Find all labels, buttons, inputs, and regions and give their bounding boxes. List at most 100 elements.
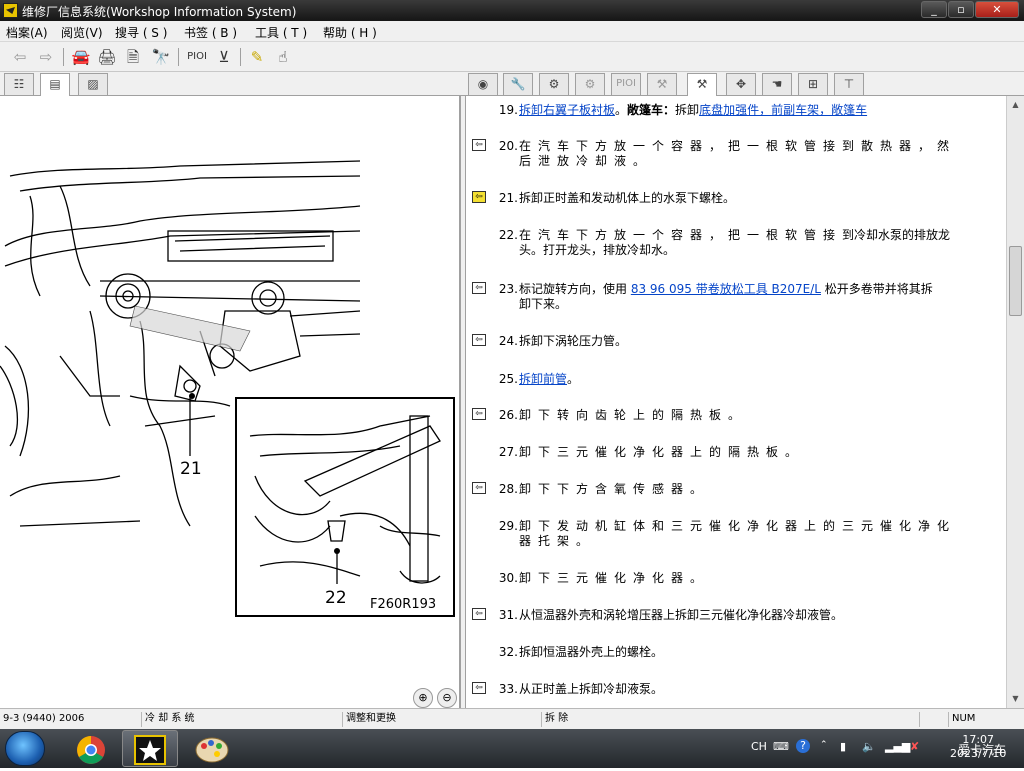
status-procedure: 调整和更换	[342, 712, 540, 727]
step-line: 在汽车下方放一个容器，把一根软管接到散热器，然	[519, 139, 957, 153]
step-text: 卸下下方含氧传感器。	[519, 482, 710, 496]
status-system: 冷 却 系 统	[141, 712, 341, 727]
maximize-button[interactable]: ▫	[948, 1, 974, 18]
tab-gear[interactable]: ⚙	[539, 73, 569, 95]
piol-button[interactable]: PIOI	[183, 46, 211, 68]
step-text-part: 拆卸	[675, 103, 700, 117]
step-number: 27.	[498, 445, 518, 459]
warning-icon[interactable]: ⇦	[472, 334, 486, 346]
scroll-thumb[interactable]	[1009, 246, 1022, 316]
step-link[interactable]: 拆卸右翼子板衬板	[519, 103, 615, 117]
tab-text[interactable]: ▤	[40, 73, 70, 96]
step-text: 标记旋转方向，使用 83 96 095 带卷放松工具 B207E/L 松开多卷带…	[519, 282, 974, 312]
callout-21: 21	[180, 459, 202, 479]
car-icon[interactable]: 🚘	[70, 46, 92, 68]
toolbar: ⇦ ⇨ 🚘 🖨 🗎 🔭 PIOI ⊻ ✎ ☝	[0, 42, 1024, 72]
step-text: 卸下三元催化净化器。	[519, 571, 710, 585]
menu-file[interactable]: 档案(A)	[6, 24, 48, 41]
illustration-pane: 21 22 F260R193 ⊕ ⊖	[0, 96, 460, 708]
step-text: 在汽车下方放一个容器，把一根软管接到冷却水泵的排放龙 头。打开龙头，排放冷却水。	[519, 228, 974, 258]
power-alert-icon[interactable]: ✘	[910, 740, 919, 753]
chrome-taskbar-button[interactable]	[62, 730, 118, 767]
step-number: 22.	[498, 228, 518, 242]
help-icon[interactable]: ?	[796, 739, 810, 753]
step-text-part: 。	[615, 103, 628, 117]
step-line: 器托架。	[519, 534, 596, 548]
start-button[interactable]	[5, 731, 45, 766]
highlighter-icon[interactable]: ✎	[246, 46, 268, 68]
toolbar-separator	[240, 48, 241, 66]
paint-taskbar-button[interactable]	[183, 730, 239, 767]
device-icon[interactable]: ▮	[840, 740, 846, 753]
tab-move[interactable]: ✥	[726, 73, 756, 95]
warning-icon[interactable]: ⇦	[472, 608, 486, 620]
warning-icon[interactable]: ⇦	[472, 408, 486, 420]
warning-icon[interactable]: ⇦	[472, 139, 486, 151]
procedure-pane: 19. 拆卸右翼子板衬板。敞篷车：拆卸底盘加强件，前副车架，敞篷车 ⇦ 20. …	[466, 96, 1006, 708]
menu-search[interactable]: 搜寻 ( S )	[115, 24, 167, 41]
warning-icon[interactable]: ⇦	[472, 191, 486, 203]
warning-icon[interactable]: ⇦	[472, 482, 486, 494]
minimize-button[interactable]: _	[921, 1, 947, 18]
scroll-down-arrow-icon[interactable]: ▼	[1007, 690, 1024, 707]
language-indicator[interactable]: CH	[751, 740, 767, 753]
step-link[interactable]: 拆卸前管	[519, 372, 567, 386]
forward-arrow-icon[interactable]: ⇨	[35, 46, 57, 68]
tab-wrench[interactable]: 🔧	[503, 73, 533, 95]
step-number: 33.	[498, 682, 518, 696]
tray-expand-icon[interactable]: ⌃	[820, 740, 828, 750]
menu-bookmarks[interactable]: 书签 ( B )	[184, 24, 237, 41]
tab-piol[interactable]: PIOI	[611, 73, 641, 95]
tab-tree[interactable]: ☷	[4, 73, 34, 95]
scroll-up-arrow-icon[interactable]: ▲	[1007, 96, 1024, 113]
wis-star-icon	[134, 735, 166, 765]
tab-sign[interactable]: ⊞	[798, 73, 828, 95]
zoom-out-icon[interactable]: ⊖	[437, 688, 457, 708]
vertical-scrollbar[interactable]: ▲ ▼	[1006, 96, 1024, 708]
warning-icon[interactable]: ⇦	[472, 282, 486, 294]
step-link[interactable]: 底盘加强件，前副车架，敞篷车	[699, 103, 867, 117]
step-line: 卸下来。	[519, 297, 568, 311]
warning-icon[interactable]: ⇦	[472, 682, 486, 694]
status-numlock: NUM	[948, 712, 1004, 727]
menu-tools[interactable]: 工具 ( T )	[255, 24, 307, 41]
step-text-part: 标记旋转方向，使用	[519, 282, 631, 296]
step-number: 20.	[498, 139, 518, 153]
step-line: 头。打开龙头，排放冷却水。	[519, 243, 676, 257]
step-number: 24.	[498, 334, 518, 348]
network-icon[interactable]: ▂▄▆	[885, 740, 910, 753]
tab-engine[interactable]: ⚙	[575, 73, 605, 95]
filter-icon[interactable]: ⊻	[213, 46, 235, 68]
tab-image[interactable]: ▨	[78, 73, 108, 95]
app-logo-icon	[3, 3, 18, 18]
toolbar-separator	[63, 48, 64, 66]
binoculars-icon[interactable]: 🔭	[150, 46, 172, 68]
step-number: 30.	[498, 571, 518, 585]
watermark: 爱卡汽车	[958, 743, 1007, 757]
step-bold-label: 敞篷车：	[627, 103, 676, 117]
tab-procedures[interactable]: ⚒	[687, 73, 717, 96]
chrome-icon	[77, 736, 105, 764]
step-number: 21.	[498, 191, 518, 205]
pointer-icon[interactable]: ☝	[272, 46, 294, 68]
step-number: 32.	[498, 645, 518, 659]
document-icon[interactable]: 🗎	[122, 46, 144, 68]
tab-pipe[interactable]: ⊤	[834, 73, 864, 95]
step-text: 拆卸正时盖和发动机体上的水泵下螺栓。	[519, 191, 736, 205]
tab-tool[interactable]: ⚒	[647, 73, 677, 95]
taskbar: CH ⌨ ? ⌃ ▮ 🔈 ▂▄▆ ✘ 17:07 2023/7/10	[0, 729, 1024, 768]
keyboard-icon[interactable]: ⌨	[773, 740, 789, 753]
zoom-in-icon[interactable]: ⊕	[413, 688, 433, 708]
close-button[interactable]: ✕	[975, 1, 1019, 18]
step-text: 拆卸恒温器外壳上的螺栓。	[519, 645, 664, 659]
tab-hand[interactable]: ☚	[762, 73, 792, 95]
volume-icon[interactable]: 🔈	[862, 740, 876, 753]
toolbar-separator	[178, 48, 179, 66]
menu-view[interactable]: 阅览(V)	[61, 24, 103, 41]
special-tool-link[interactable]: 83 96 095 带卷放松工具 B207E/L	[631, 282, 821, 296]
print-icon[interactable]: 🖨	[96, 46, 118, 68]
back-arrow-icon[interactable]: ⇦	[9, 46, 31, 68]
tab-gauge[interactable]: ◉	[468, 73, 498, 95]
menu-help[interactable]: 帮助 ( H )	[323, 24, 377, 41]
wis-taskbar-button[interactable]	[122, 730, 178, 767]
